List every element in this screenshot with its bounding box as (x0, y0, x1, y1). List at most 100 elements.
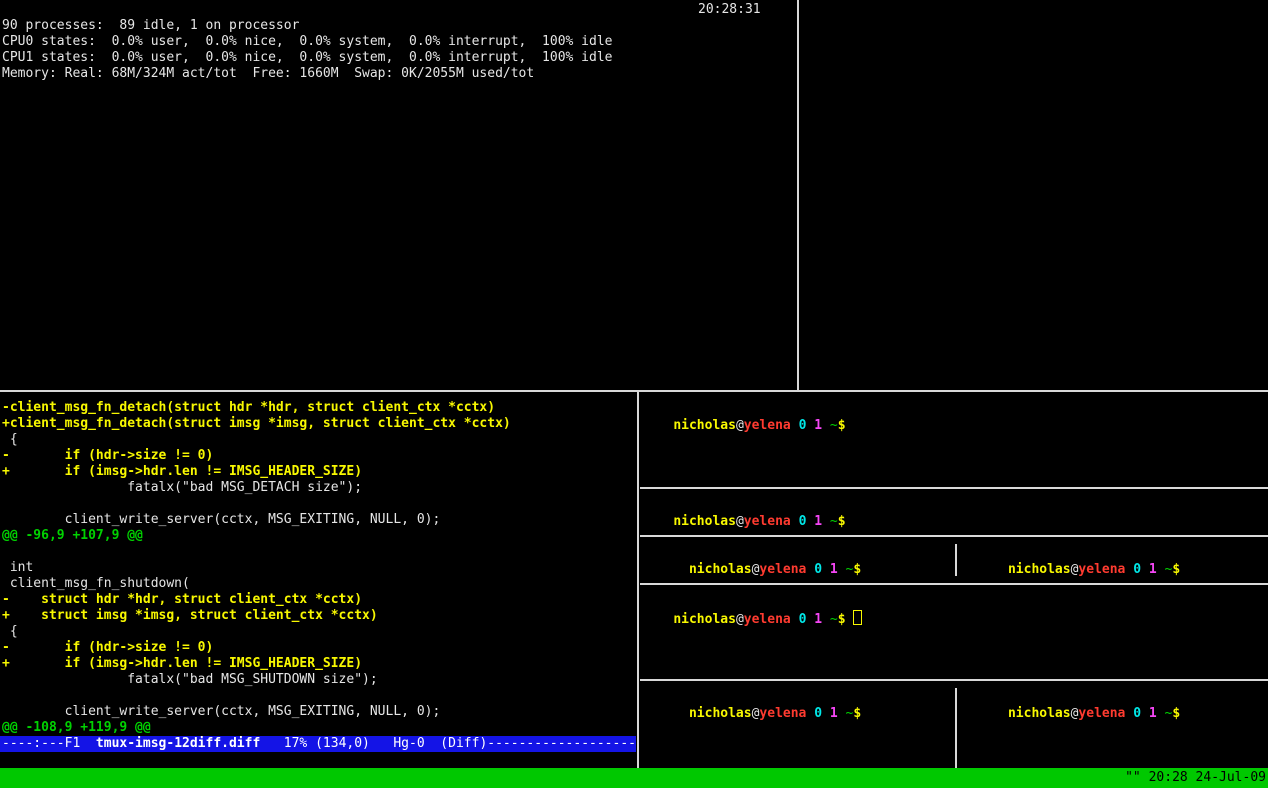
process-row: 8064root211844K1168Ksleep/1poll0:010.00%… (2, 226, 796, 242)
shell-prompt-line: nicholas@yelena 0 1 ~$ls tmux-* (802, 2, 1268, 18)
diff-line: fatalx("bad MSG_SHUTDOWN size"); (2, 672, 636, 688)
prompt-segment: nicholas (689, 562, 752, 576)
file-row: tmux-imsg1.difftmux-sessenv-new.diff (802, 82, 1268, 98)
prompt-segment: yelena (1078, 706, 1125, 721)
prompt-segment (822, 612, 830, 627)
prompt-segment (1141, 562, 1149, 576)
prompt-segment: 1 (1149, 562, 1157, 576)
diff-line: client_msg_fn_shutdown( (2, 576, 636, 592)
modeline-filename: tmux-imsg-12diff.diff (96, 736, 260, 751)
prompt-segment: @ (736, 612, 744, 627)
tmux-terminal-screen: { "colors": { "background": "#000000", "… (0, 0, 1268, 788)
diff-line (2, 496, 636, 512)
diff-line: + struct imsg *imsg, struct client_ctx *… (2, 608, 636, 624)
process-row: 23280nicholas204172K2944Ksleep/0poll0:00… (2, 146, 796, 162)
prompt-segment: yelena (744, 612, 791, 627)
prompt-segment: $ (853, 562, 861, 576)
shell-prompt: nicholas@yelena 0 1 ~$ (689, 706, 861, 721)
pane-shell-c-left[interactable]: nicholas@yelena 0 1 ~$ (640, 544, 955, 576)
diff-line: fatalx("bad MSG_DETACH size"); (2, 480, 636, 496)
emacs-modeline: ----:---F1 tmux-imsg-12diff.diff 17% (13… (0, 736, 636, 752)
process-row: 1688root20148K144Kidlenfsd0:020.00%nfsd (2, 258, 796, 274)
prompt-segment (791, 612, 799, 627)
prompt-segment (822, 562, 830, 576)
prompt-segment: $ (838, 418, 846, 433)
process-row: 10926root201124K2104Ksleep/1select0:000.… (2, 210, 796, 226)
prompt-segment: yelena (759, 706, 806, 721)
diff-line: int (2, 560, 636, 576)
pane-shell-e-right[interactable]: nicholas@yelena 0 1 ~$ (957, 688, 1268, 768)
shell-prompt-line: nicholas@yelena 0 1 ~$ (802, 130, 1268, 146)
modeline-info: 17% (134,0) Hg-0 (Diff) (260, 736, 487, 751)
prompt-segment: ~ (830, 418, 838, 433)
pane-shell-ls[interactable]: nicholas@yelena 0 1 ~$ls tmux-* tmux-bor… (800, 0, 1268, 390)
prompt-segment: nicholas (1008, 706, 1071, 721)
pane-border-horizontal (640, 576, 1268, 592)
shell-prompt: nicholas@yelena 0 1 ~$ (689, 562, 861, 576)
prompt-segment: @ (736, 418, 744, 433)
prompt-segment: 1 (814, 514, 822, 528)
prompt-segment: yelena (744, 514, 791, 528)
diff-line: - struct hdr *hdr, struct client_ctx *cc… (2, 592, 636, 608)
tmux-status-bar: [0]0:irssi#1:todo 2:ncmpc-3:mutt 4:ssh[c… (0, 768, 1268, 788)
diff-buffer: -client_msg_fn_detach(struct hdr *hdr, s… (2, 400, 636, 736)
pane-shell-e-left[interactable]: nicholas@yelena 0 1 ~$ (640, 688, 955, 768)
process-row: 76nicholas201384K2124Ksleep/0poll0:000.0… (2, 290, 796, 306)
shell-prompt: nicholas@yelena 0 1 ~$ (673, 418, 845, 433)
process-row: 12060root20456K796Ksleep/0kqread0:000.00… (2, 178, 796, 194)
file-listing: tmux-borders.difftmux-newsetopt.diff tmu… (802, 18, 1268, 130)
process-row: 2790nicholas203360K1852Ksleep/1poll0:000… (2, 162, 796, 178)
load-average-line: load averages: 0.45, 0.39, 0.37 (2, 2, 796, 18)
prompt-segment: 0 (814, 706, 822, 721)
pane-shell-a[interactable]: nicholas@yelena 0 1 ~$ (640, 400, 1268, 480)
prompt-segment: 1 (830, 562, 838, 576)
pane-shell-d[interactable]: nicholas@yelena 0 1 ~$ (640, 592, 1268, 672)
file-row: tmux-borders.difftmux-newsetopt.diff (802, 18, 1268, 34)
diff-line: + if (imsg->hdr.len != IMSG_HEADER_SIZE) (2, 656, 636, 672)
cpu0-states-line: CPU0 states: 0.0% user, 0.0% nice, 0.0% … (2, 34, 796, 50)
process-row: 27153nicholas201500K11Msleep/0select0:00… (2, 370, 796, 386)
diff-line: client_write_server(cctx, MSG_EXITING, N… (2, 704, 636, 720)
process-row: 26309nicholas201776K4708Ksleep/1poll0:06… (2, 114, 796, 130)
prompt-segment: ~ (830, 514, 838, 528)
prompt-segment (822, 706, 830, 721)
modeline-prefix: ----:---F1 (2, 736, 96, 751)
pane-emacs-diff[interactable]: -client_msg_fn_detach(struct hdr *hdr, s… (0, 392, 636, 768)
status-right-clock: "" 20:28 24-Jul-09 (1125, 768, 1266, 788)
prompt-segment: 0 (1133, 706, 1141, 721)
prompt-segment: 1 (1149, 706, 1157, 721)
prompt-segment: nicholas (673, 418, 736, 433)
prompt-segment: yelena (759, 562, 806, 576)
process-table-body: 26309nicholas201776K4708Ksleep/1poll0:06… (2, 114, 796, 386)
prompt-segment: $ (838, 612, 846, 627)
pane-row-e: nicholas@yelena 0 1 ~$ nicholas@yelena 0… (640, 688, 1268, 768)
pane-shell-c-right[interactable]: nicholas@yelena 0 1 ~$ (957, 544, 1268, 576)
process-table-header: PIDUSERNAMEPRINICESIZERESSTATEWAITTIMECP… (2, 98, 796, 114)
modeline-dashes: ------------------------------ (487, 736, 636, 751)
diff-line: -client_msg_fn_detach(struct hdr *hdr, s… (2, 400, 636, 416)
process-row: 20891root20612K952Kidleselect0:000.00%cr… (2, 306, 796, 322)
diff-line: +client_msg_fn_detach(struct imsg *imsg,… (2, 416, 636, 432)
pane-border-vertical-top (797, 0, 799, 391)
prompt-segment: nicholas (689, 706, 752, 721)
shell-prompt: nicholas@yelena 0 1 ~$ (1008, 706, 1180, 721)
prompt-segment (791, 514, 799, 528)
prompt-segment: yelena (1078, 562, 1125, 576)
diff-line: client_write_server(cctx, MSG_EXITING, N… (2, 512, 636, 528)
prompt-segment: $ (1172, 706, 1180, 721)
diff-line: { (2, 624, 636, 640)
diff-line: - if (hdr->size != 0) (2, 448, 636, 464)
file-row: tmux-modesearch.diff (802, 114, 1268, 130)
emacs-minibuffer (0, 752, 636, 768)
pane-top-process-monitor[interactable]: load averages: 0.45, 0.39, 0.37 90 proce… (0, 0, 796, 390)
diff-line (2, 688, 636, 704)
prompt-segment: $ (1172, 562, 1180, 576)
prompt-segment: $ (853, 706, 861, 721)
diff-line: + if (imsg->hdr.len != IMSG_HEADER_SIZE) (2, 464, 636, 480)
pane-row-c: nicholas@yelena 0 1 ~$ nicholas@yelena 0… (640, 544, 1268, 576)
pane-border-horizontal (640, 672, 1268, 688)
prompt-segment (838, 562, 846, 576)
file-row: tmux-cfgcur.difftmux-print.diff (802, 50, 1268, 66)
pane-border-horizontal (640, 480, 1268, 496)
pane-shell-b[interactable]: nicholas@yelena 0 1 ~$ (640, 496, 1268, 528)
